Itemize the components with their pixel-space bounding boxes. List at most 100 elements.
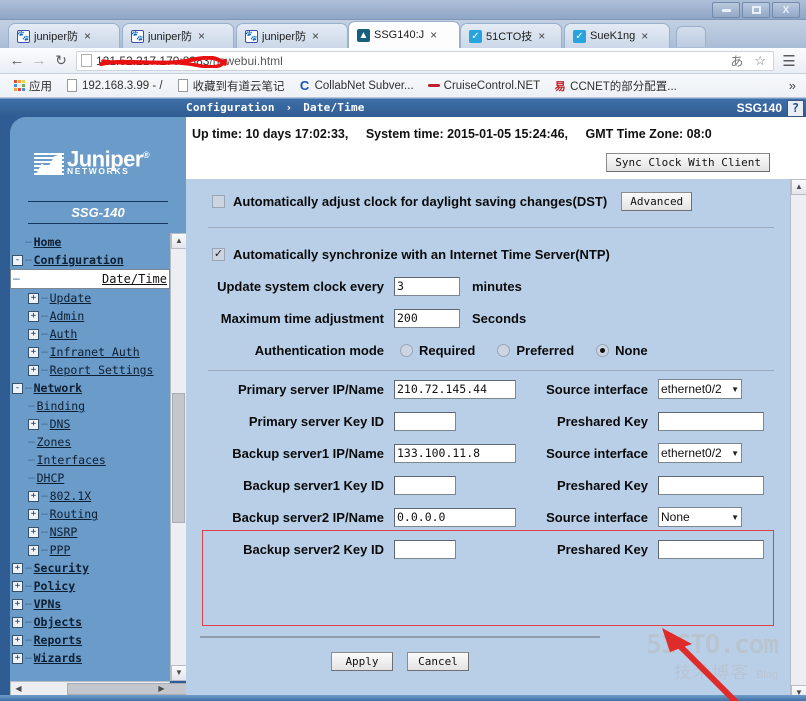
- scroll-left-icon[interactable]: ◀: [11, 682, 26, 696]
- backup2-server-input[interactable]: [394, 507, 516, 527]
- help-icon[interactable]: ?: [787, 100, 804, 117]
- sidebar-item-reports[interactable]: + ─ Reports: [10, 631, 170, 649]
- scrollbar-thumb[interactable]: [172, 393, 185, 523]
- expand-toggle-icon[interactable]: +: [28, 508, 39, 520]
- backup1-server-input[interactable]: [394, 443, 516, 463]
- backup1-source-interface-select[interactable]: ethernet0/2 ▼: [658, 443, 742, 463]
- sidebar-item-network[interactable]: - ─ Network: [10, 379, 170, 397]
- sidebar-item-objects[interactable]: + ─ Objects: [10, 613, 170, 631]
- sidebar-item-zones[interactable]: ─ Zones: [10, 433, 170, 451]
- translate-icon[interactable]: あ: [727, 51, 746, 70]
- primary-preshared-key-input[interactable]: [658, 411, 764, 431]
- new-tab-button[interactable]: [676, 26, 706, 47]
- sidebar-item-vpns[interactable]: + ─ VPNs: [10, 595, 170, 613]
- tab-close-icon[interactable]: ×: [538, 29, 545, 43]
- browser-tab-1[interactable]: 🐾 juniper防 ×: [122, 23, 234, 48]
- collapse-toggle-icon[interactable]: -: [12, 382, 23, 394]
- maximize-button[interactable]: [742, 2, 770, 18]
- sidebar-item-admin[interactable]: + ─ Admin: [10, 307, 170, 325]
- scroll-right-icon[interactable]: ▶: [154, 682, 169, 696]
- expand-toggle-icon[interactable]: +: [12, 652, 23, 664]
- backup1-key-input[interactable]: [394, 475, 456, 495]
- sidebar-item-nsrp[interactable]: + ─ NSRP: [10, 523, 170, 541]
- expand-toggle-icon[interactable]: +: [28, 346, 39, 358]
- auth-mode-option-preferred[interactable]: Preferred: [497, 343, 574, 358]
- tab-close-icon[interactable]: ×: [198, 29, 205, 43]
- back-icon[interactable]: ←: [6, 52, 28, 69]
- expand-toggle-icon[interactable]: +: [28, 490, 39, 502]
- forward-icon[interactable]: →: [28, 52, 50, 69]
- sidebar-item-configuration[interactable]: - ─ Configuration: [10, 251, 170, 269]
- auth-mode-option-none[interactable]: None: [596, 343, 648, 358]
- sidebar-item-policy[interactable]: + ─ Policy: [10, 577, 170, 595]
- tab-close-icon[interactable]: ×: [312, 29, 319, 43]
- expand-toggle-icon[interactable]: +: [12, 580, 23, 592]
- browser-tab-3-active[interactable]: ▲ SSG140:J ×: [348, 21, 460, 48]
- radio-none-selected[interactable]: [596, 343, 610, 357]
- expand-toggle-icon[interactable]: +: [12, 598, 23, 610]
- sidebar-item-auth[interactable]: + ─ Auth: [10, 325, 170, 343]
- collapse-toggle-icon[interactable]: -: [12, 254, 23, 266]
- browser-tab-4[interactable]: ✓ 51CTO技 ×: [460, 23, 562, 48]
- backup2-source-interface-select[interactable]: None ▼: [658, 507, 742, 527]
- sidebar-vertical-scrollbar[interactable]: ▲ ▼: [170, 233, 187, 681]
- expand-toggle-icon[interactable]: +: [28, 544, 39, 556]
- expand-toggle-icon[interactable]: +: [28, 292, 39, 304]
- cancel-button[interactable]: Cancel: [407, 652, 469, 671]
- sidebar-item-wizards[interactable]: + ─ Wizards: [10, 649, 170, 667]
- sidebar-item-home[interactable]: ─ Home: [10, 233, 170, 251]
- bookmarks-overflow-icon[interactable]: »: [789, 78, 800, 93]
- expand-toggle-icon[interactable]: +: [28, 418, 39, 430]
- dst-checkbox[interactable]: [212, 194, 225, 208]
- sidebar-item-security[interactable]: + ─ Security: [10, 559, 170, 577]
- expand-toggle-icon[interactable]: +: [28, 526, 39, 538]
- scroll-up-icon[interactable]: ▲: [171, 233, 187, 249]
- apply-button[interactable]: Apply: [331, 652, 393, 671]
- scroll-down-icon[interactable]: ▼: [171, 665, 187, 681]
- content-vertical-scrollbar[interactable]: ▲ ▼: [790, 179, 806, 701]
- tab-close-icon[interactable]: ×: [84, 29, 91, 43]
- expand-toggle-icon[interactable]: +: [12, 616, 23, 628]
- bookmark-youdao-notes[interactable]: 收藏到有道云笔记: [170, 78, 292, 94]
- bookmark-collabnet[interactable]: C CollabNet Subver...: [292, 78, 421, 93]
- backup2-key-input[interactable]: [394, 539, 456, 559]
- sidebar-item-binding[interactable]: ─ Binding: [10, 397, 170, 415]
- bookmark-cruisecontrol[interactable]: CruiseControl.NET: [421, 79, 548, 93]
- backup1-preshared-key-input[interactable]: [658, 475, 764, 495]
- backup2-preshared-key-input[interactable]: [658, 539, 764, 559]
- radio-required[interactable]: [400, 343, 413, 357]
- sidebar-item-date-time[interactable]: ─ Date/Time: [10, 269, 170, 289]
- sidebar-item-routing[interactable]: + ─ Routing: [10, 505, 170, 523]
- primary-server-input[interactable]: [394, 379, 516, 399]
- tab-close-icon[interactable]: ×: [430, 28, 437, 42]
- max-adjust-input[interactable]: [394, 308, 460, 328]
- bookmark-ccnet-config[interactable]: 易 CCNET的部分配置...: [547, 78, 684, 94]
- reload-icon[interactable]: ↻: [50, 52, 72, 69]
- expand-toggle-icon[interactable]: +: [12, 634, 23, 646]
- minimize-button[interactable]: [712, 2, 740, 18]
- primary-source-interface-select[interactable]: ethernet0/2 ▼: [658, 379, 742, 399]
- sidebar-item-dhcp[interactable]: ─ DHCP: [10, 469, 170, 487]
- browser-tab-0[interactable]: 🐾 juniper防 ×: [8, 23, 120, 48]
- breadcrumb-root[interactable]: Configuration: [186, 101, 275, 114]
- scroll-up-icon[interactable]: ▲: [791, 179, 806, 195]
- address-bar[interactable]: 121.52.217.170:8383 /nswebui.html あ ☆: [76, 50, 774, 71]
- scrollbar-thumb[interactable]: [67, 683, 192, 695]
- dst-advanced-button[interactable]: Advanced: [621, 191, 693, 211]
- primary-key-input[interactable]: [394, 411, 456, 431]
- auth-mode-option-required[interactable]: Required: [400, 343, 475, 358]
- close-button[interactable]: X: [772, 2, 800, 18]
- bookmark-apps[interactable]: 应用: [6, 78, 59, 94]
- sidebar-item-dns[interactable]: + ─ DNS: [10, 415, 170, 433]
- expand-toggle-icon[interactable]: +: [28, 328, 39, 340]
- browser-tab-2[interactable]: 🐾 juniper防 ×: [236, 23, 348, 48]
- expand-toggle-icon[interactable]: +: [28, 364, 39, 376]
- bookmark-star-icon[interactable]: ☆: [751, 53, 769, 69]
- radio-preferred[interactable]: [497, 343, 511, 357]
- sidebar-item-ppp[interactable]: + ─ PPP: [10, 541, 170, 559]
- sync-clock-with-client-button[interactable]: Sync Clock With Client: [606, 153, 770, 172]
- sidebar-item-report-settings[interactable]: + ─ Report Settings: [10, 361, 170, 379]
- sidebar-item-802-1x[interactable]: + ─ 802.1X: [10, 487, 170, 505]
- sidebar-item-interfaces[interactable]: ─ Interfaces: [10, 451, 170, 469]
- sidebar-item-infranet-auth[interactable]: + ─ Infranet Auth: [10, 343, 170, 361]
